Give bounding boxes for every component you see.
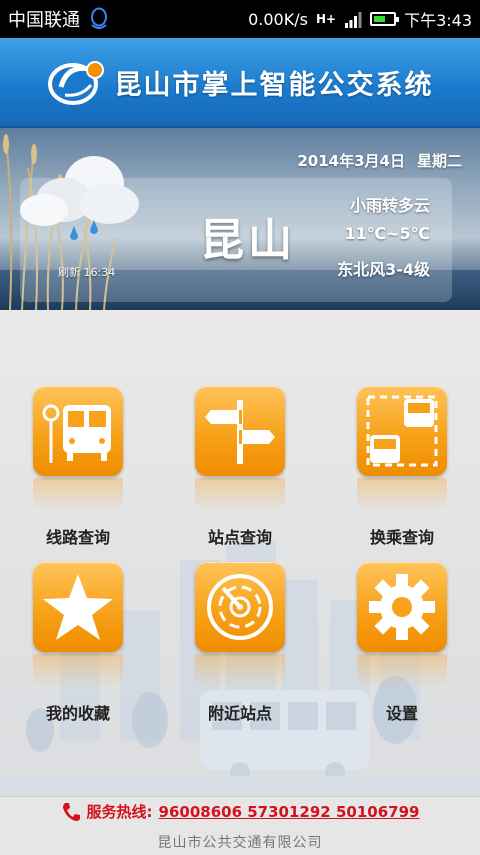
- carrier-name: 中国联通: [8, 10, 80, 31]
- city-name: 昆山: [200, 215, 296, 266]
- route-query-button[interactable]: [33, 386, 123, 476]
- clock: 下午3:43: [404, 11, 472, 30]
- network-type: H+: [315, 12, 337, 26]
- qq-icon: [91, 7, 107, 29]
- settings-label: 设置: [385, 704, 418, 723]
- refresh-time: 刷新 16:34: [58, 266, 116, 279]
- temperature-range: 11℃~5℃: [344, 224, 430, 243]
- gear-icon: [369, 574, 435, 640]
- weather-condition: 小雨转多云: [349, 196, 430, 215]
- weekday-text: 星期二: [416, 152, 462, 170]
- app-title: 昆山市掌上智能公交系统: [114, 69, 434, 101]
- phone-icon: [62, 802, 80, 821]
- star-icon: [43, 574, 113, 640]
- button-reflection: [357, 478, 447, 512]
- transfer-query-button[interactable]: [357, 386, 447, 476]
- service-hotline[interactable]: 服务热线: 96008606 57301292 50106799: [0, 801, 480, 822]
- nearby-stops-button[interactable]: [195, 562, 285, 652]
- status-bar: 中国联通 0.00K/s H+ 下午3:43: [0, 0, 480, 38]
- settings-button[interactable]: [357, 562, 447, 652]
- stop-query-tile[interactable]: 站点查询: [170, 386, 310, 556]
- hotline-numbers[interactable]: 96008606 57301292 50106799: [159, 803, 420, 821]
- transfer-icon: [366, 395, 438, 467]
- wind-info: 东北风3-4级: [337, 260, 430, 279]
- app-logo-icon: [47, 61, 104, 105]
- data-rate: 0.00K/s: [248, 9, 308, 29]
- weather-date: 2014年3月4日 星期二: [297, 150, 462, 171]
- nearby-stops-tile[interactable]: 附近站点: [170, 562, 310, 732]
- app-header: 昆山市掌上智能公交系统: [0, 38, 480, 128]
- favorites-label: 我的收藏: [45, 704, 110, 723]
- weather-panel[interactable]: 2014年3月4日 星期二 刷新 16:34 昆山 小雨转多云 11℃~5℃ 东北…: [0, 128, 480, 310]
- stop-query-button[interactable]: [195, 386, 285, 476]
- settings-tile[interactable]: 设置: [332, 562, 472, 732]
- button-reflection: [195, 654, 285, 688]
- button-reflection: [357, 654, 447, 688]
- transfer-query-label: 换乘查询: [369, 528, 434, 547]
- radar-icon: [207, 574, 273, 640]
- transfer-query-tile[interactable]: 换乘查询: [332, 386, 472, 556]
- hotline-label: 服务热线:: [86, 803, 153, 821]
- main-menu: 线路查询 站点查询 换乘查询 我的收藏 附近站点 设置: [0, 310, 480, 796]
- signal-icon: [345, 12, 362, 28]
- favorites-tile[interactable]: 我的收藏: [8, 562, 148, 732]
- bus-stop-icon: [42, 404, 111, 463]
- nearby-stops-label: 附近站点: [207, 704, 272, 723]
- favorites-button[interactable]: [33, 562, 123, 652]
- footer: 服务热线: 96008606 57301292 50106799 昆山市公共交通…: [0, 796, 480, 855]
- button-reflection: [195, 478, 285, 512]
- route-query-label: 线路查询: [45, 528, 110, 547]
- rain-cloud-icon: [20, 156, 139, 240]
- button-reflection: [33, 478, 123, 512]
- button-reflection: [33, 654, 123, 688]
- company-name: 昆山市公共交通有限公司: [157, 835, 323, 851]
- route-query-tile[interactable]: 线路查询: [8, 386, 148, 556]
- stop-query-label: 站点查询: [207, 528, 272, 547]
- battery-icon: [370, 12, 400, 26]
- signpost-icon: [205, 400, 275, 464]
- date-text: 2014年3月4日: [297, 152, 405, 170]
